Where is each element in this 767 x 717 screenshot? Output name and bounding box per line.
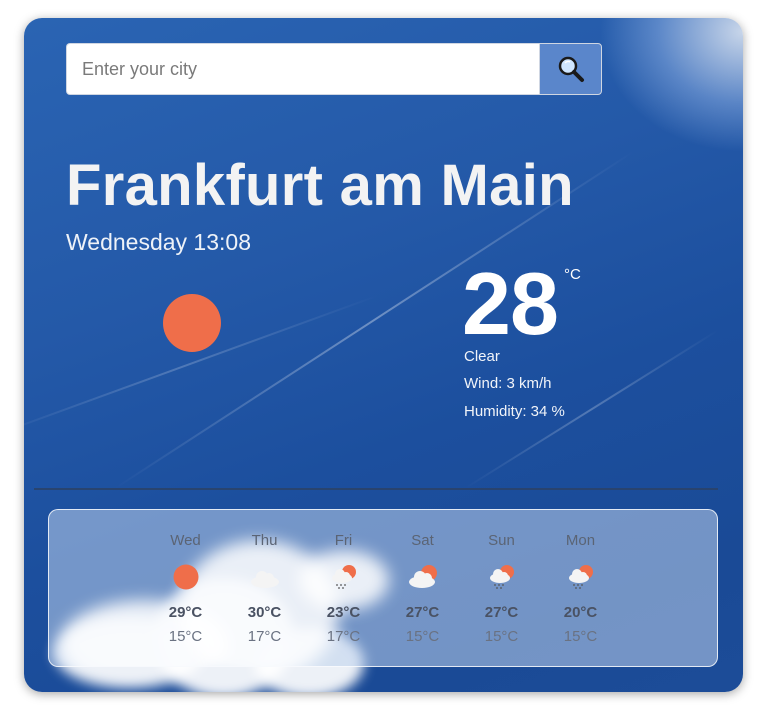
- forecast-day: Thu 30°C 17°C: [225, 510, 304, 666]
- search-icon: [558, 56, 584, 82]
- current-datetime: Wednesday 13:08: [66, 229, 251, 255]
- cloud-icon: [250, 571, 279, 588]
- forecast-low: 17°C: [326, 628, 361, 645]
- forecast-day: Wed 29°C 15°C: [146, 510, 225, 666]
- forecast-high: 30°C: [247, 604, 282, 621]
- sun-cloud-rain-icon: [489, 565, 514, 589]
- forecast-high: 23°C: [326, 604, 361, 621]
- temperature-unit: °C: [564, 266, 581, 283]
- forecast-day: Mon 20°C 15°C: [541, 510, 620, 666]
- city-search-input[interactable]: [66, 43, 539, 95]
- search-button[interactable]: [539, 43, 602, 95]
- forecast-day-name: Thu: [251, 532, 278, 549]
- forecast-panel: Wed 29°C 15°C Thu 30°C 17°C Fri 23°C 17°…: [48, 509, 718, 667]
- forecast-day: Sun 27°C 15°C: [462, 510, 541, 666]
- forecast-high: 20°C: [563, 604, 598, 621]
- sun-cloud-rain-icon: [331, 565, 356, 589]
- weather-condition: Clear: [464, 348, 500, 365]
- current-temperature: 28: [462, 254, 559, 353]
- wind-speed: Wind: 3 km/h: [464, 375, 552, 392]
- forecast-low: 15°C: [168, 628, 203, 645]
- weather-card: Frankfurt am Main Wednesday 13:08 28 °C …: [24, 18, 743, 692]
- forecast-low: 15°C: [484, 628, 519, 645]
- forecast-day: Fri 23°C 17°C: [304, 510, 383, 666]
- forecast-day-name: Mon: [565, 532, 596, 549]
- forecast-high: 27°C: [484, 604, 519, 621]
- forecast-day-name: Sat: [411, 532, 434, 549]
- forecast-day-name: Sun: [488, 532, 515, 549]
- divider: [34, 488, 718, 490]
- sun-cloud-icon: [408, 565, 437, 588]
- forecast-low: 17°C: [247, 628, 282, 645]
- forecast-day-name: Wed: [170, 532, 201, 549]
- forecast-day-name: Fri: [334, 532, 353, 549]
- forecast-day: Sat 27°C 15°C: [383, 510, 462, 666]
- sun-icon: [163, 294, 221, 352]
- sun-icon: [173, 564, 198, 590]
- sun-cloud-rain-icon: [568, 565, 593, 589]
- city-name: Frankfurt am Main: [66, 153, 574, 218]
- forecast-low: 15°C: [563, 628, 598, 645]
- forecast-low: 15°C: [405, 628, 440, 645]
- forecast-high: 29°C: [168, 604, 203, 621]
- humidity: Humidity: 34 %: [464, 403, 565, 420]
- forecast-high: 27°C: [405, 604, 440, 621]
